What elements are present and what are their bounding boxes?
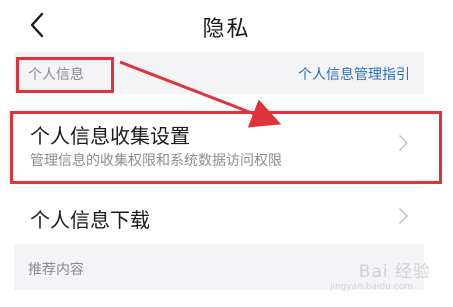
highlight-box-collection-settings (10, 111, 442, 184)
chevron-right-icon (399, 208, 408, 224)
bottom-strip (0, 290, 453, 307)
highlight-box-section-label (16, 57, 114, 93)
personal-info-guide-link[interactable]: 个人信息管理指引 (298, 64, 410, 84)
section-label-recommend: 推荐内容 (28, 262, 84, 278)
watermark-logo: Bai 经验 (358, 262, 431, 282)
privacy-screen: 隐私 个人信息 个人信息管理指引 个人信息收集设置 管理信息的收集权限和系统数据… (0, 0, 453, 307)
list-item-info-download[interactable]: 个人信息下载 (14, 188, 424, 244)
page-title: 隐私 (202, 17, 251, 42)
watermark-url: jingyan.baidu.com (329, 282, 413, 292)
header-bar: 隐私 (0, 0, 453, 52)
item-title-info-download: 个人信息下载 (30, 208, 150, 232)
